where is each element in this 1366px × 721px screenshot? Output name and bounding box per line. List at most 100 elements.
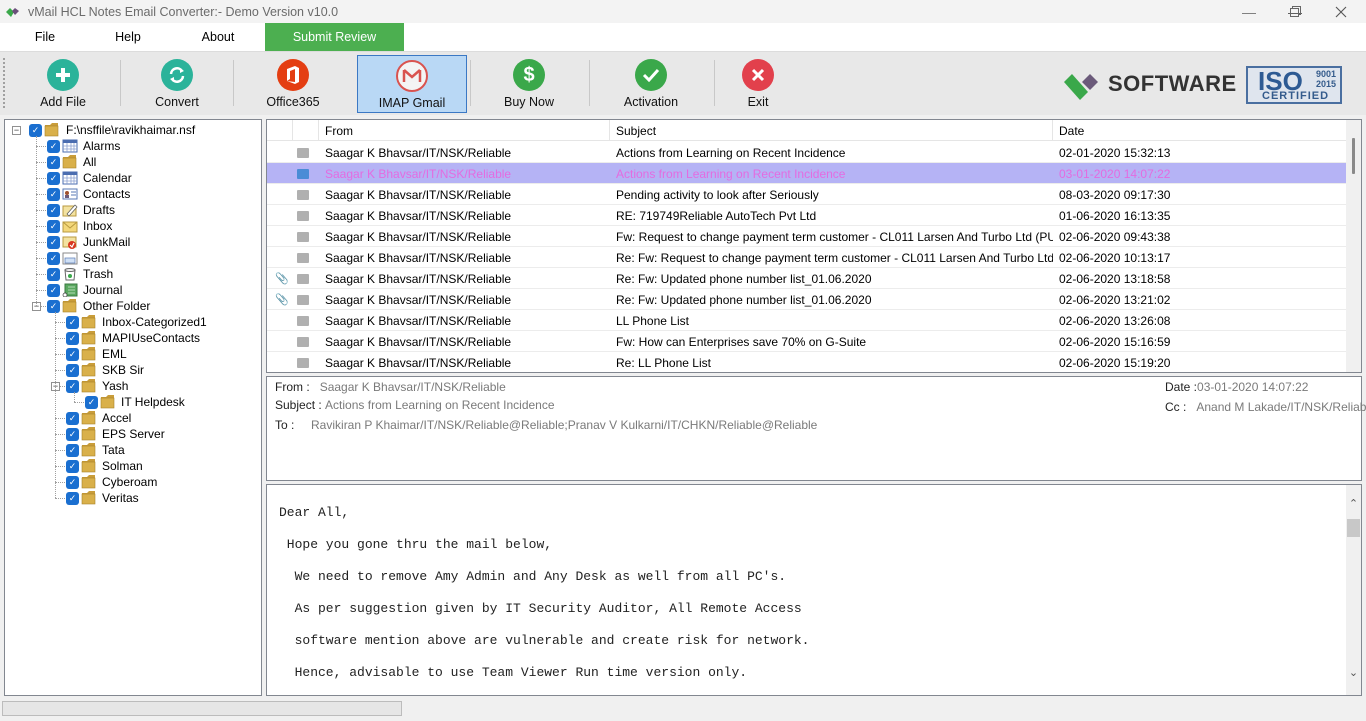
scroll-down-icon[interactable]: ⌄ xyxy=(1348,666,1359,679)
checkbox[interactable]: ✓ xyxy=(66,379,79,393)
checkbox[interactable]: ✓ xyxy=(47,235,60,249)
checkbox[interactable]: ✓ xyxy=(47,267,60,281)
message-row[interactable]: Saagar K Bhavsar/IT/NSK/Reliable Re: LL P… xyxy=(267,352,1347,372)
convert-button[interactable]: Convert xyxy=(132,55,222,113)
checkbox[interactable]: ✓ xyxy=(47,219,60,233)
folder-icon xyxy=(81,315,97,329)
tree-connector xyxy=(36,226,46,227)
checkbox[interactable]: ✓ xyxy=(66,443,79,457)
message-list-scrollbar[interactable] xyxy=(1346,120,1361,372)
checkbox[interactable]: ✓ xyxy=(66,315,79,329)
tree-item[interactable]: ✓ Alarms xyxy=(47,138,120,154)
checkbox[interactable]: ✓ xyxy=(47,139,60,153)
checkbox[interactable]: ✓ xyxy=(47,203,60,217)
tree-item[interactable]: ✓ Accel xyxy=(66,410,131,426)
submit-review-button[interactable]: Submit Review xyxy=(265,23,404,51)
progress-bar xyxy=(2,701,402,716)
message-row[interactable]: Saagar K Bhavsar/IT/NSK/Reliable RE: 7197… xyxy=(267,205,1347,226)
menu-help[interactable]: Help xyxy=(105,23,151,51)
message-row[interactable]: Saagar K Bhavsar/IT/NSK/Reliable Fw: How … xyxy=(267,331,1347,352)
exit-button[interactable]: Exit xyxy=(728,55,788,113)
tree-item[interactable]: ✓ SKB Sir xyxy=(66,362,144,378)
tree-item[interactable]: ✓ Sent xyxy=(47,250,108,266)
checkbox[interactable]: ✓ xyxy=(47,171,60,185)
checkbox[interactable]: ✓ xyxy=(66,491,79,505)
minimize-button-2[interactable]: — xyxy=(1226,0,1272,23)
message-row[interactable]: 📎 Saagar K Bhavsar/IT/NSK/Reliable Re: Fw:… xyxy=(267,268,1347,289)
tree-item[interactable]: ✓ Solman xyxy=(66,458,143,474)
message-body-scrollbar[interactable]: ⌃ ⌄ xyxy=(1346,485,1361,695)
message-row[interactable]: Saagar K Bhavsar/IT/NSK/Reliable Actions … xyxy=(267,142,1347,163)
checkbox[interactable]: ✓ xyxy=(47,251,60,265)
tree-connector xyxy=(55,466,65,467)
tree-item[interactable]: ✓ MAPIUseContacts xyxy=(66,330,200,346)
checkbox[interactable]: ✓ xyxy=(66,427,79,441)
checkbox[interactable]: ✓ xyxy=(47,155,60,169)
scrollbar-thumb[interactable] xyxy=(1352,138,1355,174)
tree-item[interactable]: ✓ EPS Server xyxy=(66,426,165,442)
checkbox[interactable]: ✓ xyxy=(47,283,60,297)
checkbox[interactable]: ✓ xyxy=(29,123,42,137)
checkbox[interactable]: ✓ xyxy=(66,347,79,361)
tree-item[interactable]: ✓ Calendar xyxy=(47,170,132,186)
message-body-pane[interactable]: Dear All, Hope you gone thru the mail be… xyxy=(266,484,1362,696)
mail-icon xyxy=(297,357,309,368)
collapse-toggle-icon[interactable]: − xyxy=(12,126,21,135)
menu-file[interactable]: File xyxy=(22,23,68,51)
folder-icon xyxy=(81,379,97,393)
message-row[interactable]: Saagar K Bhavsar/IT/NSK/Reliable Pending … xyxy=(267,184,1347,205)
menu-bar: File Help About Submit Review xyxy=(0,23,1366,51)
checkbox[interactable]: ✓ xyxy=(66,459,79,473)
tree-root[interactable]: ✓ F:\nsffile\ravikhaimar.nsf xyxy=(29,122,195,138)
checkbox[interactable]: ✓ xyxy=(66,411,79,425)
tree-item[interactable]: ✓ JunkMail xyxy=(47,234,130,250)
date-column-header[interactable]: Date xyxy=(1053,120,1347,141)
tree-label: EML xyxy=(102,347,127,361)
checkbox[interactable]: ✓ xyxy=(85,395,98,409)
activation-button[interactable]: Activation xyxy=(606,55,696,113)
message-row[interactable]: Saagar K Bhavsar/IT/NSK/Reliable Fw: Requ… xyxy=(267,226,1347,247)
message-row-selected[interactable]: Saagar K Bhavsar/IT/NSK/Reliable Actions … xyxy=(267,163,1347,184)
tree-item[interactable]: ✓ All xyxy=(47,154,96,170)
tree-label: Contacts xyxy=(83,187,131,201)
tree-item[interactable]: ✓ Tata xyxy=(66,442,125,458)
tree-item[interactable]: ✓ Inbox xyxy=(47,218,112,234)
scroll-up-icon[interactable]: ⌃ xyxy=(1348,497,1359,510)
tree-item[interactable]: ✓ Contacts xyxy=(47,186,130,202)
tree-item[interactable]: ✓ Other Folder xyxy=(47,298,150,314)
status-bar xyxy=(0,698,1366,721)
tree-item[interactable]: ✓ Yash xyxy=(66,378,128,394)
icon-column-header[interactable] xyxy=(293,120,319,141)
add-file-button[interactable]: Add File xyxy=(18,55,108,113)
subject-column-header[interactable]: Subject xyxy=(610,120,1053,141)
checkbox[interactable]: ✓ xyxy=(66,475,79,489)
tree-item[interactable]: ✓ Trash xyxy=(47,266,113,282)
checkbox[interactable]: ✓ xyxy=(47,187,60,201)
message-row[interactable]: 📎 Saagar K Bhavsar/IT/NSK/Reliable Re: Fw:… xyxy=(267,289,1347,310)
scrollbar-thumb[interactable] xyxy=(1347,519,1360,537)
attachment-column-header[interactable] xyxy=(267,120,293,141)
checkbox[interactable]: ✓ xyxy=(66,331,79,345)
office365-button[interactable]: Office365 xyxy=(248,55,338,113)
tree-item[interactable]: ✓ EML xyxy=(66,346,127,362)
refresh-icon xyxy=(161,59,193,91)
checkbox[interactable]: ✓ xyxy=(66,363,79,377)
menu-about[interactable]: About xyxy=(193,23,243,51)
close-button[interactable] xyxy=(1318,0,1364,23)
restore-button[interactable] xyxy=(1272,0,1318,23)
imap-gmail-button[interactable]: IMAP Gmail xyxy=(357,55,467,113)
message-row[interactable]: Saagar K Bhavsar/IT/NSK/Reliable Re: Fw: … xyxy=(267,247,1347,268)
tree-item[interactable]: ✓ Inbox-Categorized1 xyxy=(66,314,207,330)
checkbox[interactable]: ✓ xyxy=(47,299,60,313)
message-row[interactable]: Saagar K Bhavsar/IT/NSK/Reliable LL Phone… xyxy=(267,310,1347,331)
tree-item[interactable]: ✓ Journal xyxy=(47,282,122,298)
tree-item[interactable]: ✓ Veritas xyxy=(66,490,139,506)
tree-item[interactable]: ✓ IT Helpdesk xyxy=(85,394,185,410)
iso-line1: 9001 xyxy=(1316,69,1337,79)
from-value: Saagar K Bhavsar/IT/NSK/Reliable xyxy=(319,380,506,394)
tree-item[interactable]: ✓ Cyberoam xyxy=(66,474,157,490)
buy-now-button[interactable]: $ Buy Now xyxy=(484,55,574,113)
tree-item[interactable]: ✓ Drafts xyxy=(47,202,115,218)
from-column-header[interactable]: From xyxy=(319,120,610,141)
toolbar-grip[interactable] xyxy=(3,58,5,108)
